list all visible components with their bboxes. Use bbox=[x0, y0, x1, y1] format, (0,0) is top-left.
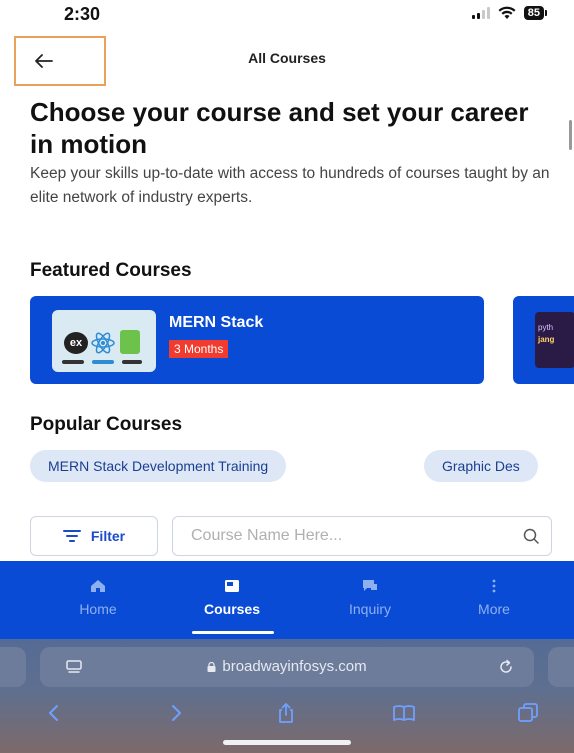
nav-item-inquiry[interactable]: Inquiry bbox=[310, 561, 430, 639]
featured-courses-title: Featured Courses bbox=[30, 260, 192, 281]
back-nav-icon[interactable] bbox=[42, 701, 66, 725]
popular-course-chip[interactable]: MERN Stack Development Training bbox=[30, 450, 287, 482]
bottom-nav: Home Courses Inquiry More bbox=[0, 561, 574, 639]
inquiry-icon bbox=[363, 580, 377, 591]
search-box[interactable] bbox=[172, 516, 552, 556]
previous-tab[interactable] bbox=[0, 647, 26, 687]
home-indicator[interactable] bbox=[223, 740, 351, 745]
status-bar: 2:30 85 bbox=[0, 0, 574, 28]
nav-label: Courses bbox=[203, 601, 261, 617]
thumb-bar bbox=[92, 360, 114, 364]
nav-item-home[interactable]: Home bbox=[38, 561, 158, 639]
bookmarks-icon[interactable] bbox=[392, 701, 416, 725]
active-tab-indicator bbox=[192, 631, 274, 634]
hero-description: Keep your skills up-to-date with access … bbox=[30, 165, 550, 206]
browser-chrome: broadwayinfosys.com bbox=[0, 639, 574, 753]
popular-courses-title: Popular Courses bbox=[30, 414, 183, 435]
course-thumbnail: ex bbox=[52, 310, 156, 372]
next-tab[interactable] bbox=[548, 647, 574, 687]
browser-toolbar bbox=[0, 697, 574, 731]
url-bar[interactable]: broadwayinfosys.com bbox=[40, 647, 534, 687]
url-text: broadwayinfosys.com bbox=[40, 658, 534, 675]
filter-label: Filter bbox=[90, 528, 126, 544]
featured-course-card[interactable]: ex MERN Stack 3 Months bbox=[30, 296, 484, 384]
page-title: All Courses bbox=[248, 50, 326, 66]
signal-icon bbox=[471, 7, 490, 19]
app-header: All Courses bbox=[0, 36, 574, 86]
search-icon[interactable] bbox=[523, 528, 539, 544]
nav-label: Inquiry bbox=[348, 601, 392, 617]
thumb-text: jang bbox=[538, 335, 555, 344]
status-icons: 85 bbox=[471, 6, 548, 20]
courses-icon bbox=[225, 580, 239, 592]
featured-course-card[interactable]: pyth jang bbox=[513, 296, 574, 384]
node-icon bbox=[120, 330, 140, 354]
reload-icon[interactable] bbox=[498, 659, 514, 675]
thumb-text: pyth bbox=[538, 323, 554, 332]
wifi-icon bbox=[498, 6, 516, 19]
tabs-icon[interactable] bbox=[516, 701, 540, 725]
lock-icon bbox=[207, 662, 216, 672]
thumb-bar bbox=[62, 360, 84, 364]
express-logo: ex bbox=[64, 332, 88, 354]
nav-item-more[interactable]: More bbox=[434, 561, 554, 639]
scroll-indicator[interactable] bbox=[569, 120, 572, 150]
nav-item-courses[interactable]: Courses bbox=[172, 561, 292, 639]
home-icon bbox=[91, 580, 105, 592]
react-icon bbox=[91, 332, 115, 354]
course-thumbnail: pyth jang bbox=[535, 312, 574, 368]
thumb-bar bbox=[122, 360, 142, 364]
nav-label: Home bbox=[79, 601, 117, 617]
battery-icon: 85 bbox=[523, 6, 548, 20]
filter-icon bbox=[62, 530, 81, 542]
popular-course-chip[interactable]: Graphic Des bbox=[424, 450, 538, 482]
featured-course-name: MERN Stack bbox=[169, 314, 264, 331]
more-icon bbox=[492, 579, 496, 593]
share-icon[interactable] bbox=[274, 701, 298, 725]
filter-button[interactable]: Filter bbox=[30, 516, 158, 556]
url-value: broadwayinfosys.com bbox=[222, 658, 367, 675]
nav-label: More bbox=[478, 601, 510, 617]
hero-title: Choose your course and set your career i… bbox=[30, 97, 529, 159]
duration-badge: 3 Months bbox=[169, 340, 229, 358]
status-time: 2:30 bbox=[64, 4, 101, 24]
search-input[interactable] bbox=[191, 517, 511, 555]
forward-nav-icon[interactable] bbox=[164, 701, 188, 725]
